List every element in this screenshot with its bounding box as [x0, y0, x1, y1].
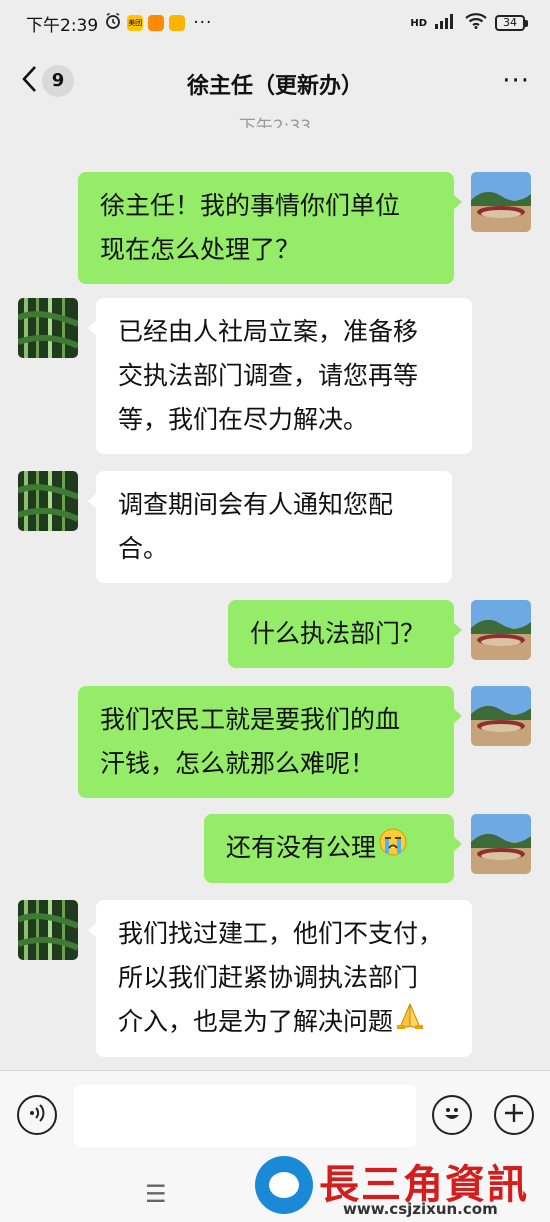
message-line: 现在怎么处理了？: [100, 235, 301, 264]
voice-button[interactable]: [17, 1095, 57, 1135]
status-more: ···: [193, 13, 213, 33]
avatar-self[interactable]: [471, 600, 531, 660]
message-bubble[interactable]: 我们农民工就是要我们的血 汗钱，怎么就那么难呢！: [78, 686, 462, 798]
message-bubble[interactable]: 还有没有公理: [204, 814, 462, 883]
back-button[interactable]: 9: [20, 64, 74, 98]
wifi-icon: [465, 12, 487, 34]
message-line: 介入，也是为了解决问题: [118, 1000, 450, 1045]
more-functions-button[interactable]: [494, 1095, 534, 1135]
message-line: 调查期间会有人通知您配: [118, 490, 394, 519]
message-bubble[interactable]: 调查期间会有人通知您配 合。: [88, 471, 452, 583]
message-bubble[interactable]: 什么执法部门？: [228, 600, 462, 668]
message-line: 我们找过建工，他们不支付，: [118, 919, 444, 948]
message-input[interactable]: [74, 1085, 416, 1147]
message-line: 所以我们赶紧协调执法部门: [118, 963, 419, 992]
battery-icon: 34: [495, 15, 528, 31]
chat-title: 徐主任（更新办）: [186, 74, 363, 99]
avatar-bamboo-icon: [18, 900, 78, 960]
avatar-landscape-icon: [471, 814, 531, 874]
message-line: 汗钱，怎么就那么难呢！: [100, 749, 376, 778]
message-line: 合。: [118, 534, 169, 563]
message-line: 等，我们在尽力解决。: [118, 405, 369, 434]
avatar-self[interactable]: [471, 814, 531, 874]
plus-icon: [502, 1101, 526, 1129]
status-bar: 下午2:39 美团 ··· HD 34: [0, 0, 550, 46]
message-text: 介入，也是为了解决问题: [118, 1007, 394, 1036]
folded-hands-icon: [395, 1001, 425, 1045]
message-line: 交执法部门调查，请您再等: [118, 361, 419, 390]
emoji-button[interactable]: [432, 1095, 472, 1135]
chat-input-bar: [0, 1070, 550, 1162]
message-bubble[interactable]: 已经由人社局立案，准备移 交执法部门调查，请您再等 等，我们在尽力解决。: [88, 298, 472, 454]
avatar-self[interactable]: [471, 686, 531, 746]
unread-count-badge: 9: [42, 65, 74, 97]
message-timestamp: 下午2:33: [238, 117, 312, 128]
avatar-contact[interactable]: [18, 471, 78, 531]
message-bubble[interactable]: 徐主任！我的事情你们单位 现在怎么处理了？: [78, 172, 462, 284]
watermark: 長三角資訊 www.csjzixun.com: [255, 1150, 550, 1222]
message-bubble[interactable]: 我们找过建工，他们不支付， 所以我们赶紧协调执法部门 介入，也是为了解决问题: [88, 900, 472, 1057]
watermark-url: www.csjzixun.com: [343, 1200, 498, 1218]
signal-icon: [435, 13, 457, 34]
message-line: 我们农民工就是要我们的血: [100, 705, 401, 734]
message-line: 徐主任！我的事情你们单位: [100, 191, 401, 220]
app-icon: [148, 15, 165, 31]
avatar-self[interactable]: [471, 172, 531, 232]
crying-face-icon: [378, 827, 408, 871]
voice-icon: [26, 1102, 48, 1128]
status-time: 下午2:39: [26, 15, 99, 36]
more-options-button[interactable]: ···: [502, 66, 530, 96]
battery-level: 34: [495, 15, 525, 31]
avatar-contact[interactable]: [18, 900, 78, 960]
smile-icon: [439, 1100, 465, 1130]
avatar-contact[interactable]: [18, 298, 78, 358]
avatar-landscape-icon: [471, 172, 531, 232]
message-line: 已经由人社局立案，准备移: [118, 317, 419, 346]
app-icon: [169, 15, 186, 31]
message-line: 什么执法部门？: [250, 619, 426, 648]
message-text: 还有没有公理: [226, 833, 377, 862]
message-line: 还有没有公理: [226, 826, 432, 871]
chevron-left-icon: [20, 64, 38, 98]
meituan-icon: 美团: [127, 15, 144, 31]
menu-icon[interactable]: ☰: [145, 1180, 167, 1208]
avatar-bamboo-icon: [18, 298, 78, 358]
network-type: HD: [410, 17, 427, 29]
chat-header: 9 徐主任（更新办） ···: [0, 46, 550, 118]
avatar-bamboo-icon: [18, 471, 78, 531]
watermark-logo-icon: [255, 1156, 313, 1214]
avatar-landscape-icon: [471, 600, 531, 660]
alarm-icon: [104, 12, 122, 35]
avatar-landscape-icon: [471, 686, 531, 746]
